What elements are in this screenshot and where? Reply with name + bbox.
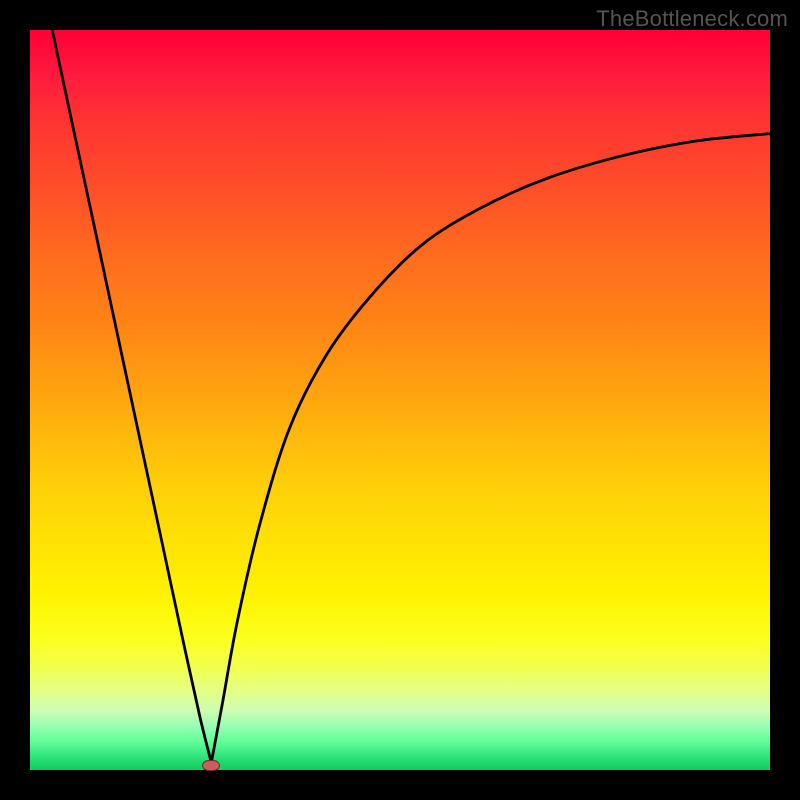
curve-right-branch [211,134,770,763]
attribution-label: TheBottleneck.com [596,6,788,32]
chart-curve [30,30,770,770]
curve-left-branch [52,30,211,763]
chart-frame [30,30,770,770]
curve-minimum-marker [202,760,220,771]
